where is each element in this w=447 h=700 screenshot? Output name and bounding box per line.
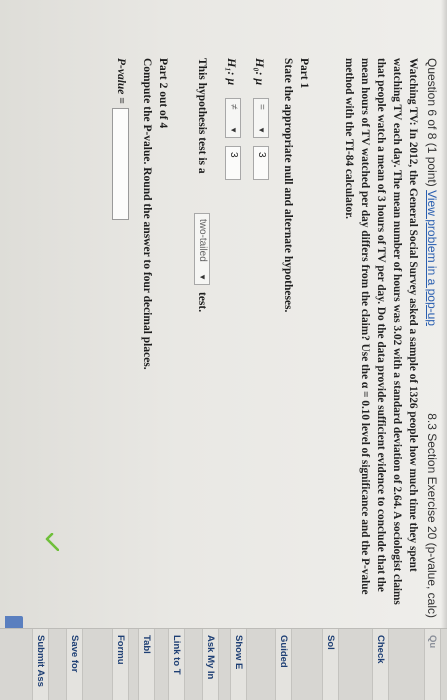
tools-sidebar: Qu Check Sol Guided Show E Ask My In Lin…	[0, 628, 447, 700]
test-type-prefix: This hypothesis test is a	[196, 58, 208, 174]
rotated-screen: Question 6 of 8 (1 point) View problem i…	[0, 0, 447, 700]
part1-instruction: State the appropriate null and alternate…	[282, 58, 294, 313]
h1-operator-value: ≠	[228, 104, 239, 110]
test-type-select[interactable]: two-tailed ▼	[194, 213, 210, 285]
test-type-suffix: test.	[196, 292, 208, 313]
sidebar-item-save-for-later[interactable]: Save for	[66, 629, 83, 700]
h1-operator-select[interactable]: ≠ ▼	[225, 98, 241, 138]
h0-operator-value: =	[256, 104, 267, 110]
section-label: 8.3 Section Exercise 20 (p-value, calc)	[425, 413, 439, 618]
popup-link[interactable]: View problem in a pop-up	[425, 190, 439, 326]
h0-operator-select[interactable]: = ▼	[253, 98, 269, 138]
sidebar-item-question[interactable]: Qu	[424, 629, 441, 700]
part1-title: Part 1	[298, 58, 310, 89]
sidebar-item-submit-assignment[interactable]: Submit Ass	[32, 629, 49, 700]
chevron-down-icon: ▼	[198, 273, 207, 281]
sidebar-item-formulas[interactable]: Formu	[112, 629, 129, 700]
h1-value: 3	[228, 152, 239, 158]
sidebar-item-show-example[interactable]: Show E	[230, 629, 247, 700]
sidebar-item-solution[interactable]: Sol	[322, 629, 339, 700]
pvalue-input[interactable]	[112, 108, 129, 220]
h1-label: H₁: μ	[225, 58, 239, 86]
h1-value-input[interactable]: 3	[225, 146, 241, 180]
pvalue-label: P-value =	[115, 58, 127, 104]
h0-label: H₀: μ	[253, 58, 267, 86]
sidebar-item-ask-instructor[interactable]: Ask My In	[202, 629, 219, 700]
question-label: Question 6 of 8 (1 point)	[425, 58, 439, 187]
h0-value-input[interactable]: 3	[253, 146, 269, 180]
sidebar-item-guided[interactable]: Guided	[275, 629, 292, 700]
part2-instruction: Compute the P-value. Round the answer to…	[141, 58, 153, 370]
h0-value: 3	[256, 152, 267, 158]
chevron-down-icon: ▼	[257, 126, 266, 134]
test-type-value: two-tailed	[197, 219, 208, 262]
checkmark-icon	[45, 533, 59, 551]
sidebar-item-link-to-text[interactable]: Link to T	[168, 629, 185, 700]
problem-statement: Watching TV: In 2012, the General Social…	[343, 58, 419, 605]
part2-title: Part 2 out of 4	[157, 58, 169, 129]
question-area: Question 6 of 8 (1 point) View problem i…	[0, 58, 447, 668]
sidebar-item-check[interactable]: Check	[372, 629, 389, 700]
chevron-down-icon: ▼	[229, 126, 238, 134]
sidebar-item-tables[interactable]: Tabl	[138, 629, 155, 700]
